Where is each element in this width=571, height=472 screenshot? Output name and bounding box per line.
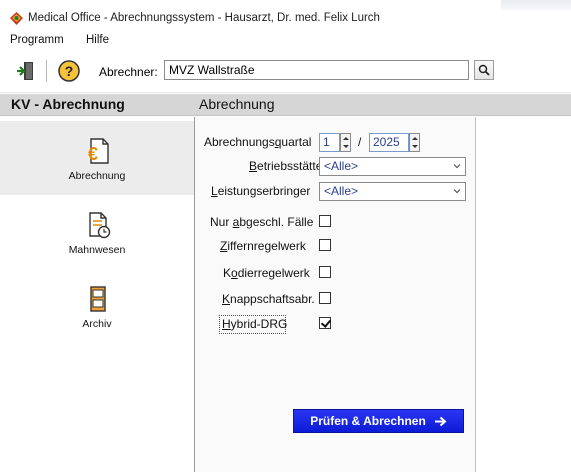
sidebar-item-archiv[interactable]: Archiv: [0, 269, 194, 343]
kodierregelwerk-label: Kodierregelwerk: [223, 266, 310, 280]
pruefen-abrechnen-label: Prüfen & Abrechnen: [310, 414, 426, 428]
euro-document-icon: €: [88, 138, 109, 164]
ziffernregelwerk-label: Ziffernregelwerk: [220, 239, 306, 253]
year-stepper[interactable]: [409, 133, 420, 152]
archive-box-icon: [90, 286, 106, 312]
exit-door-icon[interactable]: [16, 61, 34, 81]
sidebar-item-mahnwesen[interactable]: Mahnwesen: [0, 195, 194, 269]
window-title: Medical Office - Abrechnungssystem - Hau…: [28, 12, 380, 24]
search-button[interactable]: [474, 60, 494, 80]
quartal-label: Abrechnungsquartal: [204, 135, 312, 149]
menu-hilfe[interactable]: Hilfe: [86, 34, 109, 46]
nur-abgeschl-checkbox[interactable]: [319, 215, 331, 227]
title-bar-corner: [501, 0, 571, 10]
kodierregelwerk-checkbox[interactable]: [319, 266, 331, 278]
hybrid-drg-checkbox[interactable]: [319, 317, 331, 329]
menu-bar: Programm Hilfe: [0, 32, 571, 48]
sidebar-item-label: Archiv: [82, 318, 112, 330]
quartal-stepper[interactable]: [340, 133, 351, 152]
leistungserbringer-label: Leistungserbringer: [211, 184, 311, 198]
chevron-down-icon: [453, 164, 461, 169]
betriebsstaette-label: Betriebsstätte: [249, 159, 323, 173]
content-title: Abrechnung: [199, 96, 275, 112]
leistungserbringer-select[interactable]: <Alle>: [319, 182, 466, 201]
knappschaftsabr-label: Knappschaftsabr.: [222, 292, 315, 306]
sidebar-title: KV - Abrechnung: [11, 96, 125, 112]
year-field[interactable]: 2025: [369, 133, 409, 152]
hybrid-drg-label: Hybrid-DRG: [222, 317, 288, 331]
abrechner-label: Abrechner:: [99, 65, 158, 79]
toolbar-separator: [46, 60, 47, 82]
help-icon[interactable]: ?: [58, 60, 80, 82]
chevron-down-icon: [453, 189, 461, 194]
panel-header: KV - Abrechnung Abrechnung: [0, 94, 571, 116]
title-bar: Medical Office - Abrechnungssystem - Hau…: [0, 0, 571, 30]
sidebar-item-label: Abrechnung: [68, 170, 126, 182]
sidebar: € Abrechnung Mahnwesen Archiv: [0, 117, 195, 472]
quartal-separator: /: [358, 135, 362, 149]
svg-text:?: ?: [65, 63, 74, 79]
abrechner-input[interactable]: [164, 60, 469, 80]
sidebar-item-label: Mahnwesen: [68, 244, 126, 256]
app-logo-icon: [10, 12, 23, 25]
knappschaftsabr-checkbox[interactable]: [319, 292, 331, 304]
betriebsstaette-value: <Alle>: [324, 159, 359, 173]
sidebar-item-abrechnung[interactable]: € Abrechnung: [0, 121, 194, 195]
search-icon: [478, 64, 490, 76]
quartal-field[interactable]: 1: [319, 133, 340, 152]
pruefen-abrechnen-button[interactable]: Prüfen & Abrechnen: [293, 409, 464, 433]
ziffernregelwerk-checkbox[interactable]: [319, 239, 331, 251]
arrow-right-icon: [434, 416, 447, 426]
leistungserbringer-value: <Alle>: [324, 184, 359, 198]
betriebsstaette-select[interactable]: <Alle>: [319, 157, 466, 176]
svg-text:€: €: [88, 144, 98, 164]
toolbar: ? Abrechner:: [0, 49, 571, 93]
right-pane: [475, 117, 571, 472]
nur-abgeschl-label: Nur abgeschl. Fälle: [210, 215, 314, 229]
document-clock-icon: [89, 212, 111, 239]
menu-programm[interactable]: Programm: [10, 34, 64, 46]
